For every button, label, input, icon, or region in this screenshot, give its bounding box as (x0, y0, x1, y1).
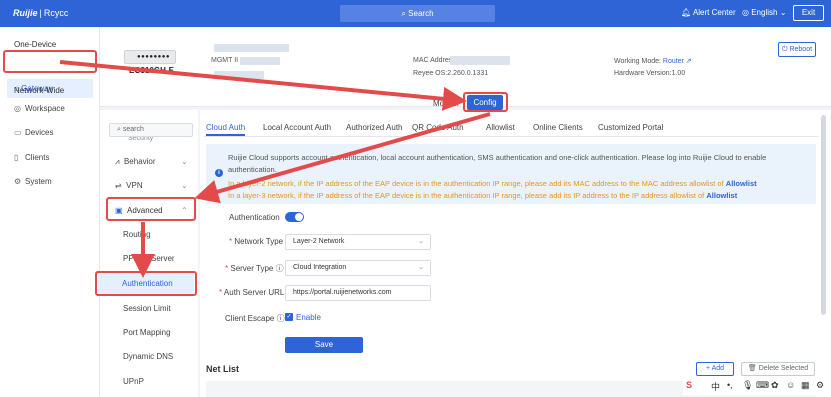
arrow-config-to-advanced (194, 112, 491, 204)
arrow-gateway-to-config (59, 60, 467, 111)
annotation-arrows (59, 60, 491, 278)
